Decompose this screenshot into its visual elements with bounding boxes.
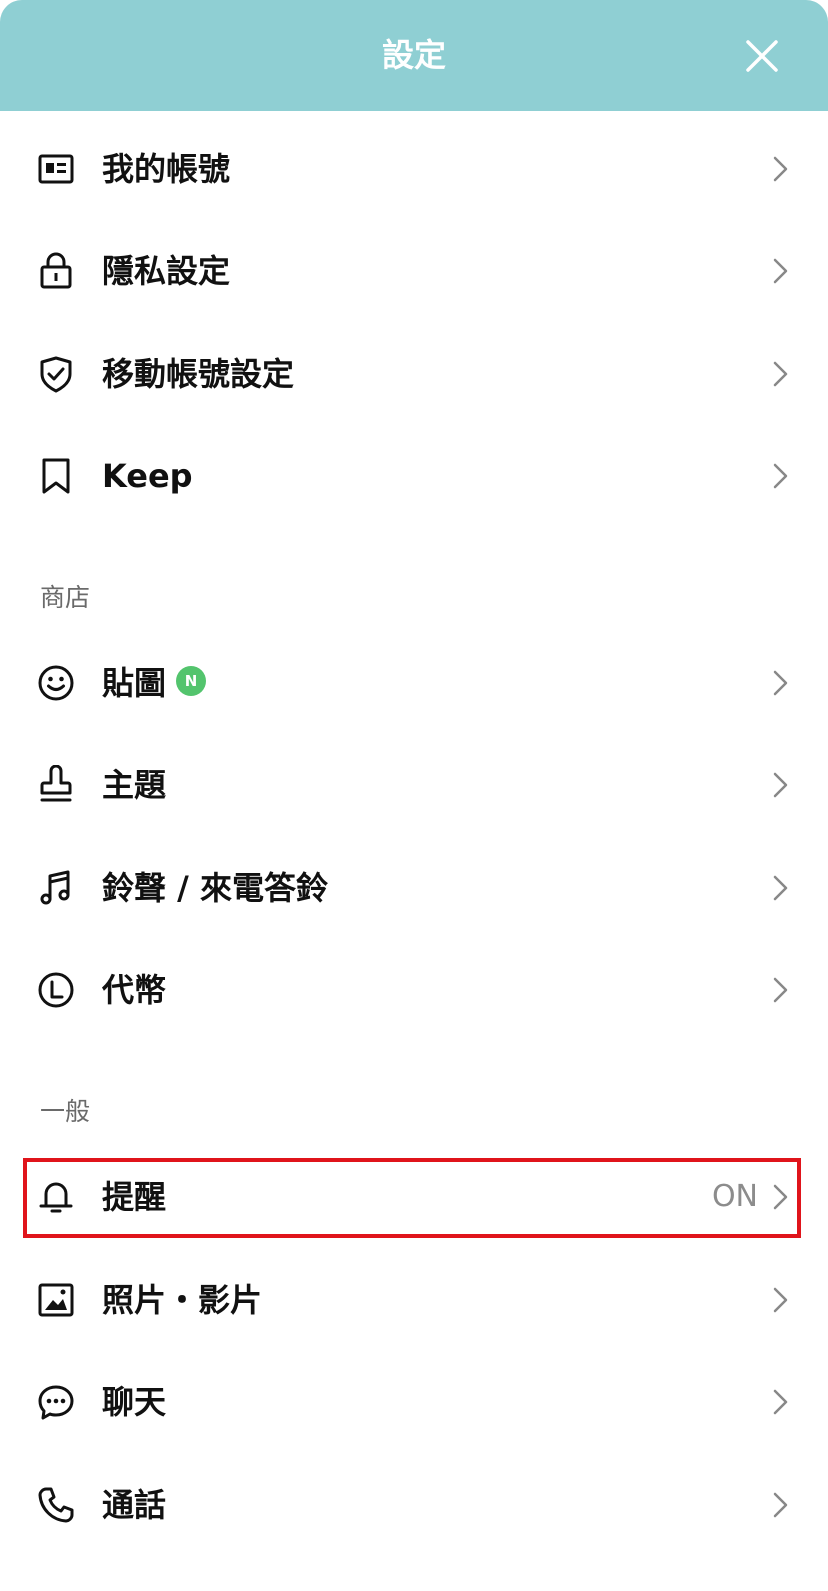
menu-item-label: 鈴聲 / 來電答鈴	[102, 869, 328, 907]
menu-item-label: 提醒	[102, 1178, 167, 1216]
menu-item-label: 隱私設定	[102, 252, 231, 290]
lock-icon	[36, 251, 76, 291]
menu-item-my-account[interactable]: 我的帳號	[0, 117, 828, 221]
chevron-right-icon	[770, 257, 792, 285]
menu-item-label: 我的帳號	[102, 150, 231, 188]
menu-item-privacy[interactable]: 隱私設定	[0, 219, 828, 323]
stamp-icon	[36, 765, 76, 805]
menu-item-coins[interactable]: 代幣	[0, 938, 828, 1042]
menu-item-label: 移動帳號設定	[102, 355, 295, 393]
menu-item-label-wrap: 貼圖 N	[102, 631, 207, 735]
section-title-general: 一般	[40, 1097, 91, 1126]
menu-item-label: 主題	[102, 766, 167, 804]
music-note-icon	[36, 868, 76, 908]
chevron-right-icon	[770, 1491, 792, 1519]
phone-icon	[36, 1485, 76, 1525]
chevron-right-icon	[770, 1286, 792, 1314]
bell-icon	[36, 1177, 76, 1217]
section-title-store: 商店	[40, 583, 91, 612]
chevron-right-icon	[770, 1388, 792, 1416]
id-card-icon	[36, 149, 76, 189]
menu-item-label: 通話	[102, 1486, 167, 1524]
menu-item-chats[interactable]: 聊天	[0, 1350, 828, 1454]
menu-item-account-transfer[interactable]: 移動帳號設定	[0, 322, 828, 426]
chevron-right-icon	[770, 771, 792, 799]
menu-item-themes[interactable]: 主題	[0, 733, 828, 837]
smiley-icon	[36, 663, 76, 703]
menu-item-label: Keep	[102, 457, 193, 495]
notification-status-value: ON	[711, 1179, 758, 1214]
menu-item-notifications[interactable]: 提醒 ON	[0, 1145, 828, 1249]
chevron-right-icon	[770, 976, 792, 1004]
chevron-right-icon	[770, 155, 792, 183]
chevron-right-icon	[770, 360, 792, 388]
chevron-right-icon	[770, 1183, 792, 1211]
chat-bubble-icon	[36, 1382, 76, 1422]
chevron-right-icon	[770, 669, 792, 697]
new-badge: N	[176, 666, 207, 696]
close-button[interactable]	[740, 34, 784, 78]
shield-check-icon	[36, 354, 76, 394]
page-title: 設定	[381, 36, 446, 74]
coin-icon	[36, 970, 76, 1010]
menu-item-ringtones[interactable]: 鈴聲 / 來電答鈴	[0, 836, 828, 940]
menu-item-label: 聊天	[102, 1383, 167, 1421]
chevron-right-icon	[770, 462, 792, 490]
menu-item-label: 貼圖	[102, 664, 167, 702]
chevron-right-icon	[770, 874, 792, 902]
bookmark-icon	[36, 456, 76, 496]
menu-item-label: 照片・影片	[102, 1281, 263, 1319]
menu-item-keep[interactable]: Keep	[0, 424, 828, 528]
close-icon	[746, 40, 778, 72]
menu-item-stickers[interactable]: 貼圖 N	[0, 631, 828, 735]
settings-header: 設定	[0, 0, 828, 111]
menu-item-label: 代幣	[102, 971, 167, 1009]
menu-item-calls[interactable]: 通話	[0, 1453, 828, 1557]
photo-icon	[36, 1280, 76, 1320]
menu-item-photos-videos[interactable]: 照片・影片	[0, 1248, 828, 1352]
